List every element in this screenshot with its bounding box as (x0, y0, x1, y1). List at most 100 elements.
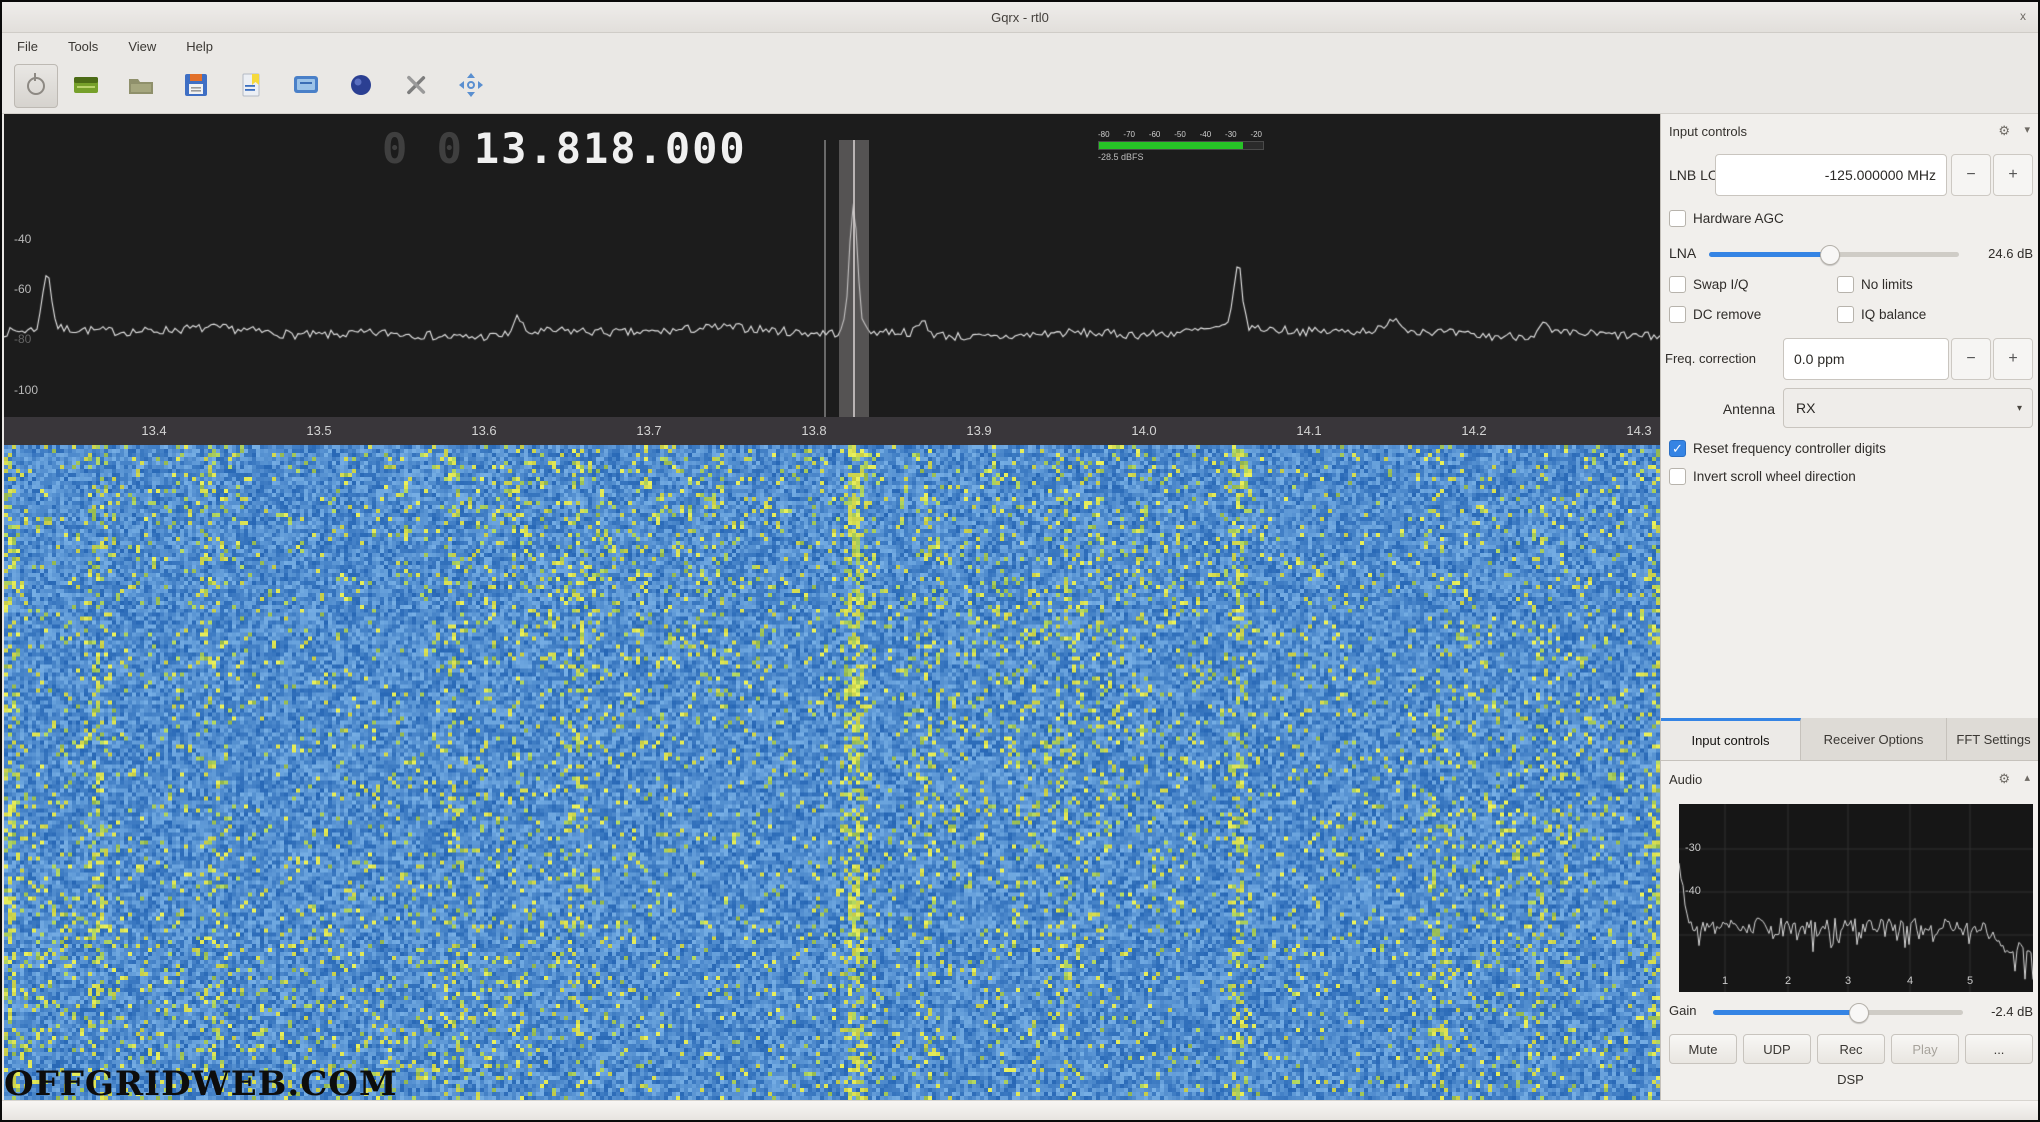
freq-tick: 13.5 (306, 423, 331, 438)
lnb-lo-increment-button[interactable]: + (1993, 154, 2033, 196)
gain-label: Gain (1669, 1003, 1696, 1018)
open-folder-icon (127, 71, 155, 99)
gqrx-window: Gqrx - rtl0 x File Tools View Help (0, 0, 2040, 1122)
lna-slider-fill (1709, 252, 1829, 257)
frequency-value: 13.818.000 (474, 124, 747, 173)
mute-button[interactable]: Mute (1669, 1034, 1737, 1064)
dock-tab-bar: Input controls Receiver Options FFT Sett… (1661, 718, 2040, 761)
tab-fft-settings[interactable]: FFT Settings (1947, 718, 2040, 760)
dsp-label: DSP (1661, 1072, 2040, 1087)
monitor-icon (292, 71, 320, 99)
menu-help[interactable]: Help (171, 39, 228, 54)
tab-receiver-options[interactable]: Receiver Options (1801, 718, 1947, 760)
rec-button[interactable]: Rec (1817, 1034, 1885, 1064)
open-file-button[interactable] (121, 65, 161, 105)
freq-correction-decrement-button[interactable]: − (1951, 338, 1991, 380)
lna-slider[interactable] (1709, 252, 1959, 257)
iq-record-button[interactable] (341, 65, 381, 105)
audio-header: Audio ⚙ ▴ (1661, 768, 2040, 792)
freq-tick: 13.6 (471, 423, 496, 438)
gear-icon[interactable]: ⚙ (1998, 771, 2010, 787)
udp-button[interactable]: UDP (1743, 1034, 1811, 1064)
lna-slider-handle[interactable] (1820, 245, 1840, 265)
signal-meter-bar (1098, 141, 1264, 150)
waterfall-panel: OFFGRIDWEB.COM (4, 445, 1660, 1100)
db-label: -80 (14, 332, 31, 346)
close-icon[interactable]: x (2020, 9, 2026, 23)
frequency-display[interactable]: 0 013.818.000 (382, 124, 747, 173)
play-button[interactable]: Play (1891, 1034, 1959, 1064)
gain-slider[interactable] (1713, 1010, 1963, 1015)
lnb-lo-decrement-button[interactable]: − (1951, 154, 1991, 196)
gain-slider-fill (1713, 1010, 1858, 1015)
reset-digits-checkbox[interactable]: ✓ (1669, 440, 1686, 457)
menu-view[interactable]: View (113, 39, 171, 54)
power-button[interactable] (14, 64, 58, 108)
title-bar: Gqrx - rtl0 x (2, 2, 2038, 33)
remote-control-button[interactable] (286, 65, 326, 105)
freq-tick: 13.8 (801, 423, 826, 438)
iq-balance-label: IQ balance (1861, 307, 1926, 322)
crossed-tools-icon (402, 71, 430, 99)
freq-correction-increment-button[interactable]: + (1993, 338, 2033, 380)
invert-scroll-checkbox[interactable] (1669, 468, 1686, 485)
filter-edge-marker[interactable] (824, 140, 826, 417)
toolbar (2, 59, 2038, 114)
gain-slider-handle[interactable] (1849, 1003, 1869, 1023)
tab-input-controls[interactable]: Input controls (1661, 718, 1801, 760)
status-strip (2, 1100, 2038, 1121)
no-limits-checkbox[interactable] (1837, 276, 1854, 293)
frequency-axis: 13.4 13.5 13.6 13.7 13.8 13.9 14.0 14.1 … (4, 417, 1660, 445)
chevron-down-icon[interactable]: ▾ (2024, 123, 2030, 136)
audio-db-label: -30 (1685, 842, 1701, 854)
more-options-button[interactable]: ... (1965, 1034, 2033, 1064)
antenna-select[interactable]: RX ▾ (1783, 388, 2033, 428)
freq-correction-field[interactable]: 0.0 ppm (1783, 338, 1949, 380)
iq-balance-checkbox[interactable] (1837, 306, 1854, 323)
start-dsp-icon (72, 71, 100, 99)
audio-db-label: -40 (1685, 885, 1701, 897)
antenna-value: RX (1796, 400, 1815, 416)
swap-iq-label: Swap I/Q (1693, 277, 1749, 292)
signal-meter-value: -28.5 dBFS (1098, 152, 1262, 162)
gear-icon[interactable]: ⚙ (1998, 123, 2010, 139)
menu-tools[interactable]: Tools (53, 39, 113, 54)
start-dsp-button[interactable] (66, 65, 106, 105)
bookmarks-button[interactable] (231, 65, 271, 105)
db-label: -100 (14, 383, 38, 397)
no-limits-label: No limits (1861, 277, 1913, 292)
pan-button[interactable] (451, 65, 491, 105)
db-label: -60 (14, 282, 31, 296)
watermark-text: OFFGRIDWEB.COM (4, 1064, 398, 1100)
chevron-up-icon[interactable]: ▴ (2024, 771, 2030, 784)
record-icon (347, 71, 375, 99)
reset-digits-label: Reset frequency controller digits (1693, 441, 1886, 456)
save-button[interactable] (176, 65, 216, 105)
audio-freq-tick: 4 (1907, 975, 1913, 987)
audio-freq-tick: 3 (1845, 975, 1851, 987)
freq-tick: 13.9 (966, 423, 991, 438)
swap-iq-checkbox[interactable] (1669, 276, 1686, 293)
tuning-marker[interactable] (853, 140, 855, 417)
waterfall-display[interactable] (4, 445, 1660, 1100)
tools-button[interactable] (396, 65, 436, 105)
audio-freq-tick: 1 (1722, 975, 1728, 987)
lnb-lo-field[interactable]: -125.000000 MHz (1715, 154, 1947, 196)
dc-remove-checkbox[interactable] (1669, 306, 1686, 323)
spectrum-plot[interactable] (4, 114, 1660, 417)
right-dock-panel: Input controls ⚙ ▾ LNB LO -125.000000 MH… (1660, 114, 2040, 1100)
audio-spectrum-plot[interactable] (1679, 804, 2033, 992)
menu-file[interactable]: File (2, 39, 53, 54)
window-title: Gqrx - rtl0 (991, 10, 1049, 25)
spectrum-panel: 0 013.818.000 -80 -70 -60 -50 -40 -30 -2… (4, 114, 1660, 445)
freq-tick: 13.7 (636, 423, 661, 438)
db-label: -40 (14, 232, 31, 246)
hardware-agc-checkbox[interactable] (1669, 210, 1686, 227)
freq-tick: 14.2 (1461, 423, 1486, 438)
signal-meter: -80 -70 -60 -50 -40 -30 -20 -28.5 dBFS (1098, 130, 1262, 162)
audio-title: Audio (1669, 772, 1702, 787)
freq-tick: 14.0 (1131, 423, 1156, 438)
lna-value: 24.6 dB (1963, 246, 2033, 261)
lna-label: LNA (1669, 245, 1696, 261)
gain-value: -2.4 dB (1965, 1004, 2033, 1019)
